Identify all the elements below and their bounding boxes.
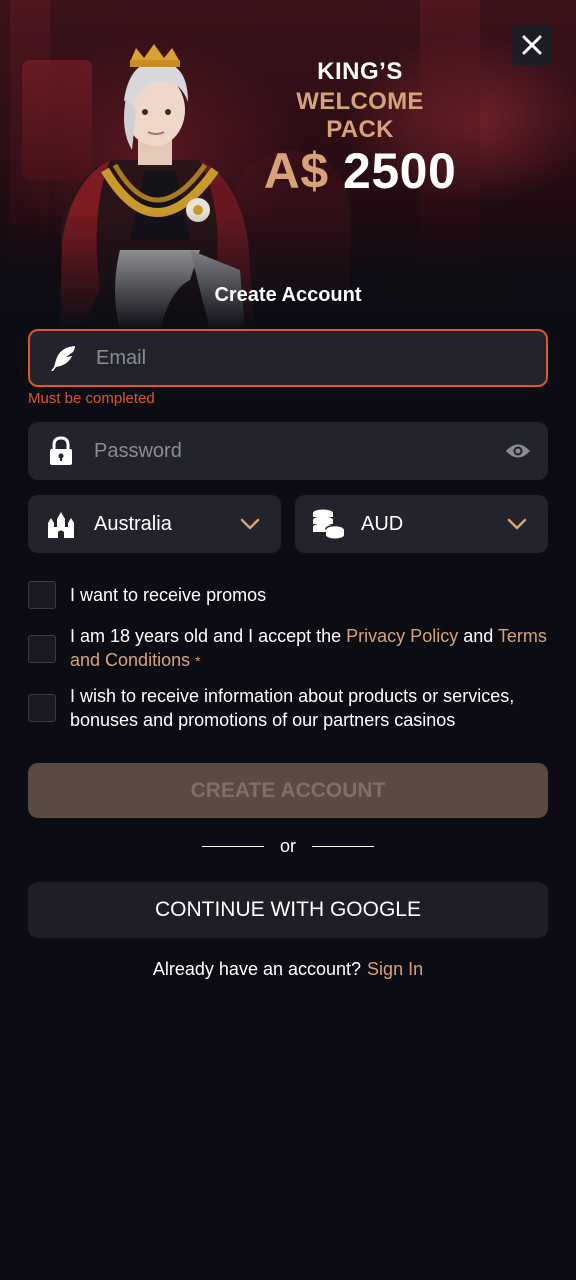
- promos-consent-label: I want to receive promos: [70, 585, 267, 605]
- lock-icon: [28, 422, 94, 480]
- country-value: Australia: [94, 512, 172, 535]
- required-mark: *: [195, 653, 201, 669]
- partners-checkbox[interactable]: [28, 694, 56, 722]
- close-icon: [522, 35, 542, 55]
- create-account-button[interactable]: CREATE ACCOUNT: [28, 763, 548, 818]
- currency-value: AUD: [361, 512, 404, 535]
- hero-fade: [0, 210, 576, 330]
- partners-consent-label: I wish to receive information about prod…: [70, 686, 515, 730]
- age-terms-consent-label: I am 18 years old and I accept the Priva…: [70, 624, 548, 673]
- country-select[interactable]: Australia: [28, 495, 281, 553]
- divider-line: [312, 845, 374, 848]
- password-field[interactable]: [28, 422, 548, 480]
- chevron-down-icon: [486, 518, 548, 530]
- chevron-down-icon: [219, 518, 281, 530]
- promo-title-line1: KING’S: [317, 58, 403, 85]
- partners-consent-row: I wish to receive information about prod…: [28, 684, 548, 732]
- continue-with-google-button[interactable]: CONTINUE WITH GOOGLE: [28, 882, 548, 938]
- signin-link[interactable]: Sign In: [367, 959, 423, 979]
- privacy-policy-link[interactable]: Privacy Policy: [346, 626, 458, 646]
- age-terms-and-text: and: [458, 626, 498, 646]
- promos-checkbox[interactable]: [28, 581, 56, 609]
- divider-line: [201, 845, 264, 848]
- age-terms-checkbox[interactable]: [28, 634, 56, 663]
- show-password-toggle[interactable]: [488, 422, 548, 480]
- promo-amount: A$ 2500: [260, 142, 460, 200]
- promos-consent-row: I want to receive promos: [28, 581, 548, 609]
- coins-icon: [295, 508, 361, 540]
- close-button[interactable]: [512, 25, 552, 65]
- age-terms-consent-row: I am 18 years old and I accept the Priva…: [28, 624, 548, 673]
- promo-currency: A$: [263, 143, 329, 199]
- eye-icon: [506, 444, 530, 458]
- or-text: or: [279, 836, 296, 856]
- email-field[interactable]: [28, 329, 548, 387]
- promo-title-line2: WELCOME PACK: [296, 88, 424, 143]
- email-error-message: Must be completed: [28, 390, 155, 407]
- email-input[interactable]: [96, 331, 546, 385]
- feather-icon: [30, 329, 96, 387]
- age-terms-text: I am 18 years old and I accept the: [70, 626, 347, 646]
- or-divider: or: [0, 836, 576, 857]
- currency-select[interactable]: AUD: [295, 495, 548, 553]
- welcome-pack-promo: KING’S WELCOME PACK A$ 2500: [260, 58, 460, 200]
- signin-prompt: Already have an account? Sign In: [0, 959, 576, 980]
- promo-value: 2500: [343, 143, 457, 199]
- signin-prompt-text: Already have an account?: [152, 959, 362, 979]
- password-input[interactable]: [94, 422, 488, 480]
- form-title: Create Account: [214, 284, 362, 306]
- castle-icon: [28, 509, 94, 539]
